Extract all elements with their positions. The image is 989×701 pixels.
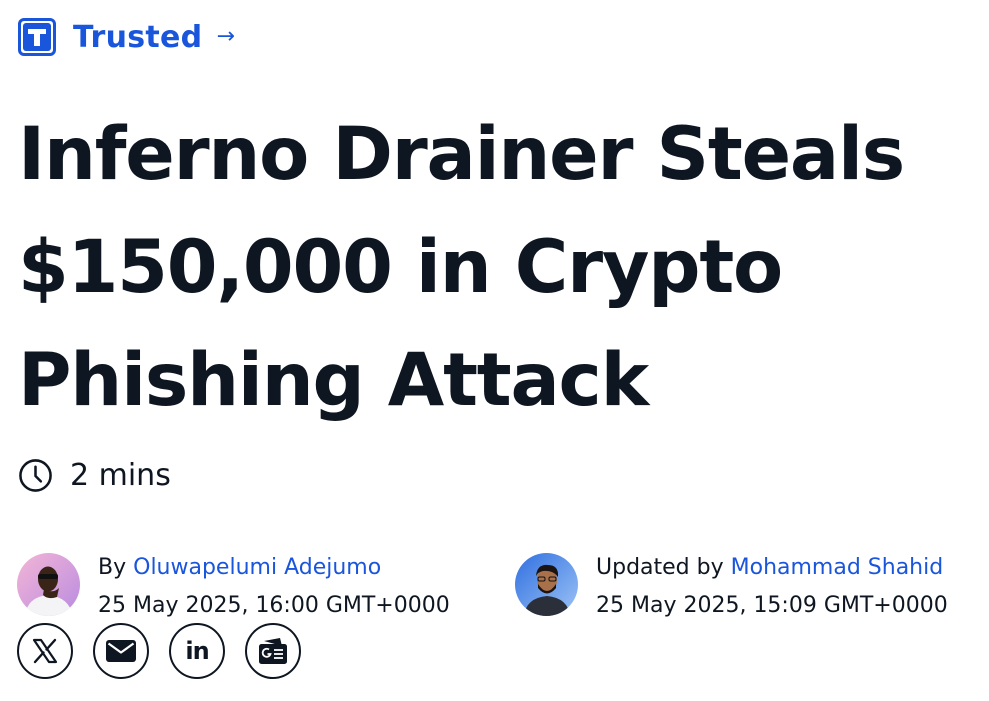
share-buttons: in [17,623,321,679]
author-date: 25 May 2025, 16:00 GMT+0000 [98,593,450,618]
updater-date: 25 May 2025, 15:09 GMT+0000 [596,593,948,618]
arrow-right-icon[interactable]: → [216,26,234,48]
mail-icon [106,640,136,662]
trusted-label[interactable]: Trusted [73,20,202,55]
trusted-badge[interactable]: Trusted → [18,18,235,56]
title-line: Phishing Attack [18,338,649,423]
share-email-button[interactable] [93,623,149,679]
updater-byline: Updated by Mohammad Shahid 25 May 2025, … [515,553,948,619]
linkedin-icon: in [185,637,209,665]
read-time-text: 2 mins [70,458,171,493]
google-news-icon [259,638,287,664]
share-linkedin-button[interactable]: in [169,623,225,679]
author-byline: By Oluwapelumi Adejumo 25 May 2025, 16:0… [17,553,450,619]
author-avatar[interactable] [17,553,80,616]
share-x-button[interactable] [17,623,73,679]
updater-avatar[interactable] [515,553,578,616]
trusted-logo-icon [18,18,56,56]
updater-name-link[interactable]: Mohammad Shahid [731,555,944,580]
article-title: Inferno Drainer Steals $150,000 in Crypt… [18,98,978,437]
share-google-news-button[interactable] [245,623,301,679]
clock-icon [19,459,52,492]
updater-prefix: Updated by [596,555,724,580]
title-line: $150,000 in Crypto [18,225,783,310]
read-time: 2 mins [18,458,171,493]
author-prefix: By [98,555,127,580]
author-name-link[interactable]: Oluwapelumi Adejumo [133,555,381,580]
x-icon [32,638,58,664]
title-line: Inferno Drainer Steals [18,112,905,197]
